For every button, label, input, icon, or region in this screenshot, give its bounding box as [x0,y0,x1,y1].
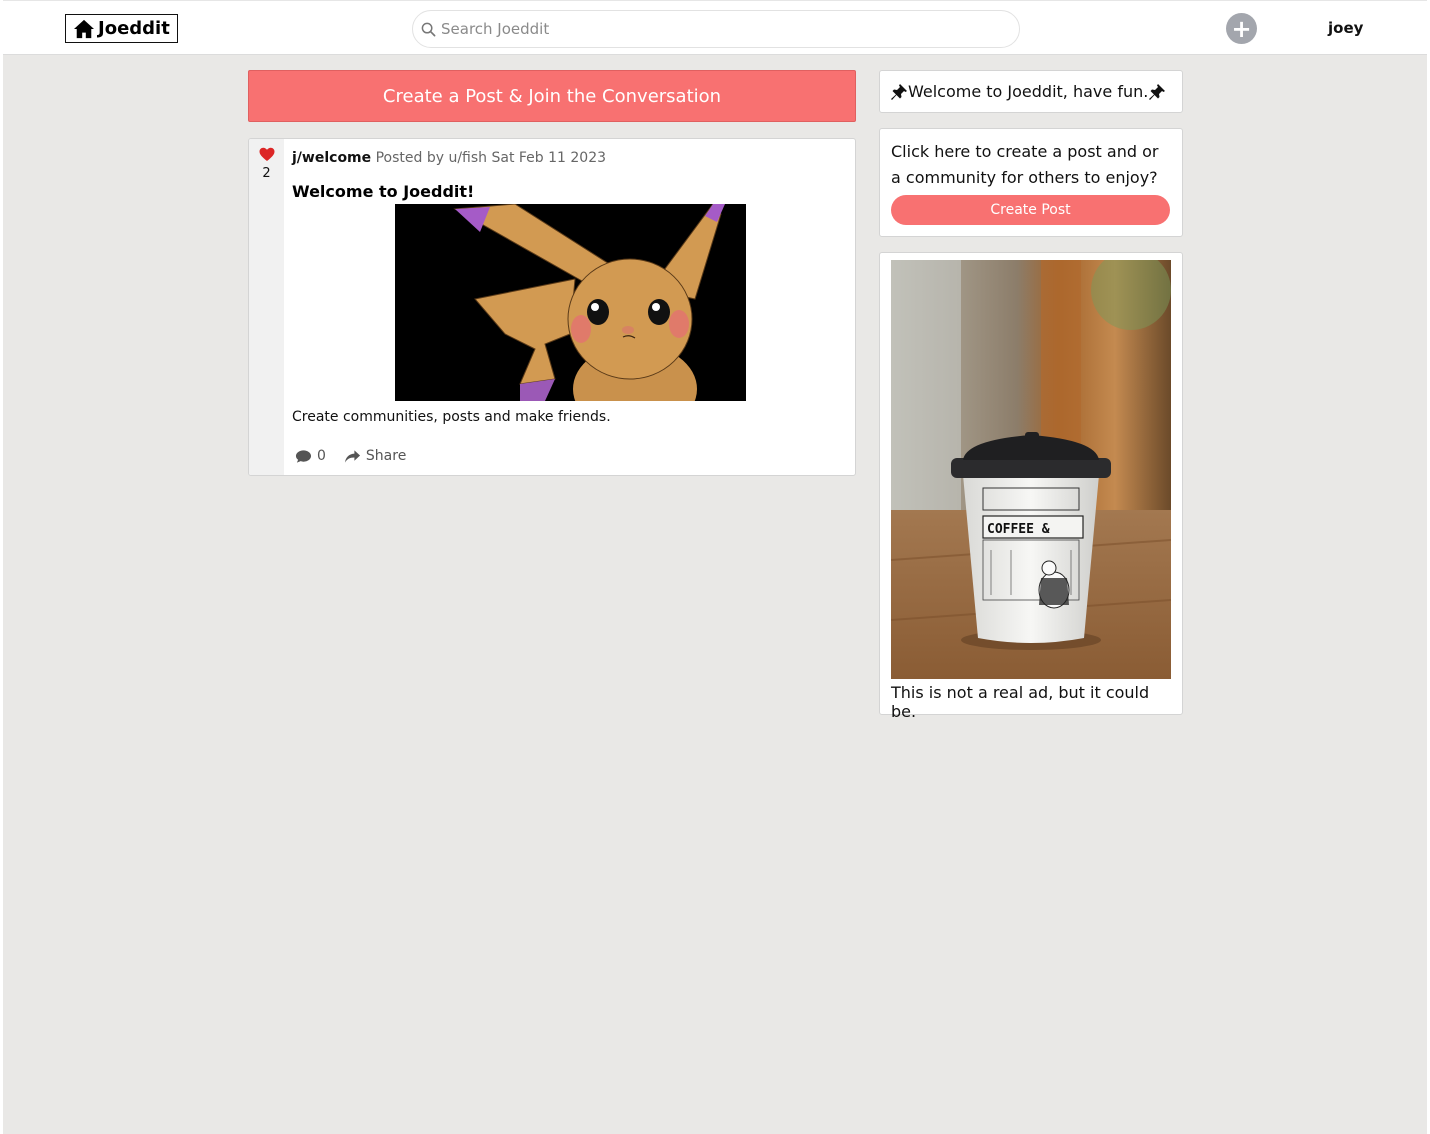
vote-column: 2 [249,139,284,475]
comment-count: 0 [317,448,326,464]
home-icon [74,19,94,38]
ad-cup-text: COFFEE & [987,522,1050,537]
pin-icon [891,83,907,100]
ad-image: COFFEE & [891,260,1171,679]
home-logo-link[interactable]: Joeddit [65,14,178,43]
create-prompt: Click here to create a post and or a com… [891,142,1159,187]
comments-button[interactable]: 0 [295,448,326,464]
add-post-button[interactable]: + [1226,13,1257,44]
create-post-banner[interactable]: Create a Post & Join the Conversation [248,70,856,122]
search-bar[interactable] [412,10,1020,48]
community-link[interactable]: j/welcome [292,150,371,166]
like-count: 2 [262,166,271,181]
post-body: Create communities, posts and make frien… [292,409,611,425]
create-post-button[interactable]: Create Post [891,195,1170,225]
post-meta: j/welcome Posted by u/fish Sat Feb 11 20… [292,150,606,166]
share-icon [344,449,360,463]
create-post-card: Click here to create a post and or a com… [879,128,1183,237]
plus-icon: + [1231,14,1252,43]
logo-text: Joeddit [98,18,170,39]
user-menu[interactable]: joey [1328,19,1363,37]
search-input[interactable] [441,20,981,38]
top-navbar: Joeddit + joey [3,0,1427,55]
post-image [395,204,746,401]
welcome-card: Welcome to Joeddit, have fun. [879,70,1183,113]
post-card[interactable]: 2 j/welcome Posted by u/fish Sat Feb 11 … [248,138,856,476]
heart-icon[interactable] [259,147,275,162]
post-actions: 0 Share [295,448,424,464]
search-icon [421,22,436,36]
welcome-text: Welcome to Joeddit, have fun. [908,82,1149,101]
posted-by: Posted by u/fish Sat Feb 11 2023 [375,150,607,166]
share-label: Share [365,448,407,464]
ad-caption: This is not a real ad, but it could be. [891,683,1150,721]
share-button[interactable]: Share [344,448,406,464]
comment-icon [295,449,312,463]
ad-card: COFFEE & This is not a real ad, but it c… [879,252,1183,721]
pin-icon [1149,83,1166,100]
post-title[interactable]: Welcome to Joeddit! [292,182,474,201]
